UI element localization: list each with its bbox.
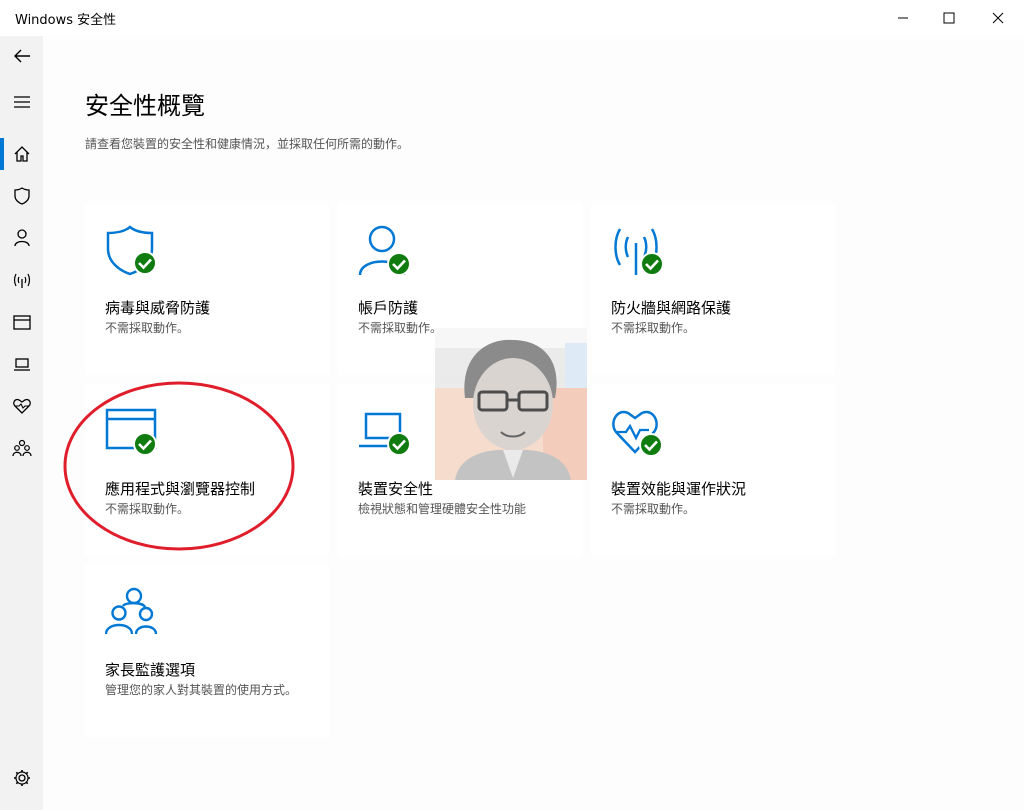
- family-icon: [105, 585, 163, 643]
- app-window-icon: [12, 315, 31, 330]
- sidebar-item-device-security[interactable]: [0, 344, 43, 384]
- sidebar-item-device-health[interactable]: [0, 386, 43, 426]
- sidebar: [0, 36, 43, 810]
- sidebar-item-app-browser[interactable]: [0, 302, 43, 342]
- watermark-avatar: [435, 328, 587, 480]
- maximize-button[interactable]: [926, 0, 972, 36]
- tile-status: 檢視狀態和管理硬體安全性功能: [358, 502, 527, 516]
- home-icon: [14, 146, 29, 162]
- page-title: 安全性概覽: [85, 92, 205, 120]
- hamburger-icon: [13, 96, 30, 108]
- heart-pulse-icon: [12, 398, 31, 414]
- wireless-icon: [13, 273, 30, 288]
- tile-title: 裝置效能與運作狀況: [611, 480, 747, 498]
- maximize-icon: [943, 12, 955, 24]
- tile-title: 應用程式與瀏覽器控制: [105, 480, 256, 498]
- title-bar: Windows 安全性: [0, 0, 1024, 36]
- close-icon: [992, 12, 1004, 24]
- minimize-button[interactable]: [880, 0, 926, 36]
- shield-icon: [105, 223, 163, 281]
- tile-virus-protection[interactable]: 病毒與威脅防護 不需採取動作。: [85, 203, 329, 375]
- person-icon: [358, 223, 416, 281]
- sidebar-item-account[interactable]: [0, 218, 43, 258]
- laptop-icon: [358, 404, 416, 462]
- laptop-icon: [13, 358, 30, 371]
- sidebar-item-settings[interactable]: [0, 758, 43, 798]
- tile-firewall-network[interactable]: 防火牆與網路保護 不需採取動作。: [591, 203, 835, 375]
- tile-status: 不需採取動作。: [105, 502, 190, 516]
- tile-title: 裝置安全性: [358, 480, 434, 498]
- window-title: Windows 安全性: [15, 13, 117, 28]
- tile-status: 不需採取動作。: [611, 502, 696, 516]
- sidebar-item-firewall[interactable]: [0, 260, 43, 300]
- tile-title: 家長監護選項: [105, 661, 196, 679]
- page-description: 請查看您裝置的安全性和健康情況，並採取任何所需的動作。: [85, 137, 410, 151]
- sidebar-item-home[interactable]: [0, 134, 43, 174]
- tile-device-health[interactable]: 裝置效能與運作狀況 不需採取動作。: [591, 384, 835, 556]
- tile-title: 防火牆與網路保護: [611, 299, 732, 317]
- tile-title: 病毒與威脅防護: [105, 299, 211, 317]
- tile-title: 帳戶防護: [358, 299, 419, 317]
- person-icon: [13, 229, 30, 247]
- sidebar-item-virus-protection[interactable]: [0, 176, 43, 216]
- back-arrow-icon: [13, 49, 30, 63]
- tile-status: 不需採取動作。: [611, 321, 696, 335]
- wireless-icon: [611, 223, 669, 281]
- tile-family-options[interactable]: 家長監護選項 管理您的家人對其裝置的使用方式。: [85, 565, 329, 737]
- gear-icon: [13, 770, 30, 786]
- menu-button[interactable]: [0, 82, 43, 122]
- shield-icon: [13, 187, 30, 205]
- back-button[interactable]: [0, 36, 43, 76]
- sidebar-item-family[interactable]: [0, 428, 43, 468]
- family-icon: [11, 439, 32, 457]
- heart-pulse-icon: [611, 404, 669, 462]
- tile-status: 管理您的家人對其裝置的使用方式。: [105, 683, 298, 697]
- app-window-icon: [105, 404, 163, 462]
- tile-status: 不需採取動作。: [105, 321, 190, 335]
- tile-app-browser-control[interactable]: 應用程式與瀏覽器控制 不需採取動作。: [85, 384, 329, 556]
- minimize-icon: [898, 17, 908, 19]
- close-button[interactable]: [975, 0, 1021, 36]
